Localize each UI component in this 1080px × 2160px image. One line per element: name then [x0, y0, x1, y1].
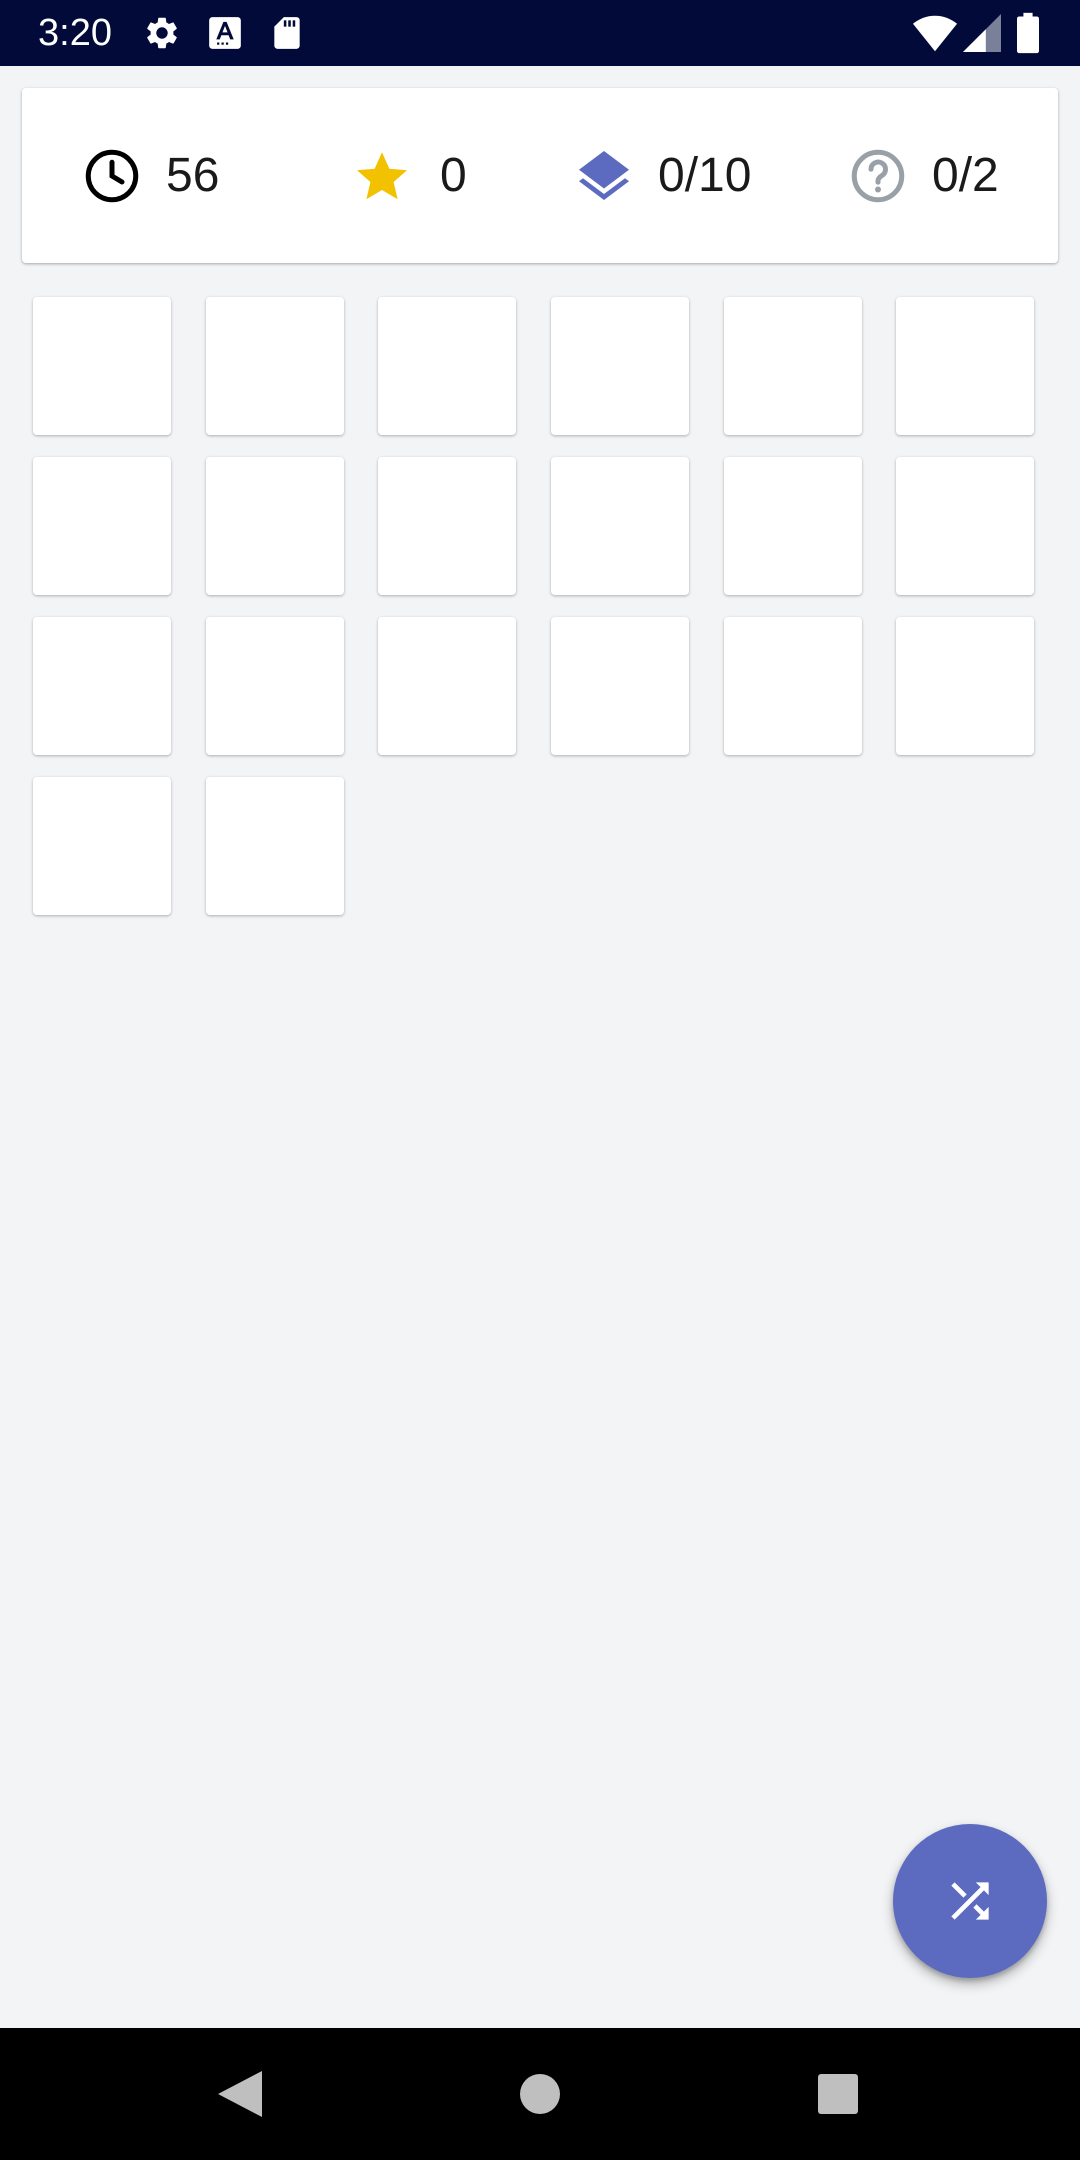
- back-icon: [218, 2071, 262, 2117]
- recents-button[interactable]: [772, 2028, 904, 2160]
- gear-icon: [147, 17, 177, 49]
- grid-tile[interactable]: [33, 777, 171, 915]
- levels-value: 0/10: [658, 148, 752, 202]
- wifi-icon: [912, 15, 958, 52]
- grid-tile[interactable]: [724, 297, 862, 435]
- hints-value: 0/2: [932, 148, 999, 202]
- star-icon: [357, 151, 407, 199]
- layers-icon: [579, 150, 629, 200]
- recents-icon: [818, 2074, 858, 2114]
- grid-tile[interactable]: [724, 617, 862, 755]
- stats-card: 56 0 0/10 0/2: [22, 88, 1058, 263]
- hints-stat: 0/2: [848, 88, 999, 263]
- grid-tile[interactable]: [378, 297, 516, 435]
- clock-icon: [85, 149, 139, 202]
- status-bar: 3:20: [0, 0, 1080, 66]
- grid-tile[interactable]: [206, 457, 344, 595]
- grid-tile[interactable]: [724, 457, 862, 595]
- grid-tile[interactable]: [206, 617, 344, 755]
- grid-tile[interactable]: [206, 297, 344, 435]
- shuffle-icon: [951, 1882, 989, 1920]
- back-button[interactable]: [174, 2028, 306, 2160]
- grid-tile[interactable]: [33, 297, 171, 435]
- home-icon: [520, 2074, 560, 2114]
- stars-value: 0: [440, 148, 467, 202]
- timer-value: 56: [166, 148, 220, 202]
- status-time: 3:20: [38, 12, 112, 54]
- timer-stat: 56: [82, 88, 219, 263]
- font-a-icon: [209, 17, 241, 49]
- home-button[interactable]: [474, 2028, 606, 2160]
- help-icon[interactable]: [848, 146, 908, 206]
- grid-tile[interactable]: [378, 617, 516, 755]
- navigation-bar: [0, 2028, 1080, 2160]
- battery-icon: [1017, 12, 1039, 54]
- grid-tile[interactable]: [33, 617, 171, 755]
- grid-tile[interactable]: [33, 457, 171, 595]
- grid-tile[interactable]: [206, 777, 344, 915]
- grid-tile[interactable]: [551, 617, 689, 755]
- grid-tile[interactable]: [896, 617, 1034, 755]
- grid-tile[interactable]: [896, 297, 1034, 435]
- levels-stat: 0/10: [574, 88, 751, 263]
- sd-card-icon: [274, 17, 300, 49]
- grid-tile[interactable]: [378, 457, 516, 595]
- shuffle-button[interactable]: [893, 1824, 1047, 1978]
- grid-tile[interactable]: [896, 457, 1034, 595]
- grid-tile[interactable]: [551, 297, 689, 435]
- stars-stat: 0: [352, 88, 467, 263]
- grid-tile[interactable]: [551, 457, 689, 595]
- signal-icon: [963, 14, 1001, 52]
